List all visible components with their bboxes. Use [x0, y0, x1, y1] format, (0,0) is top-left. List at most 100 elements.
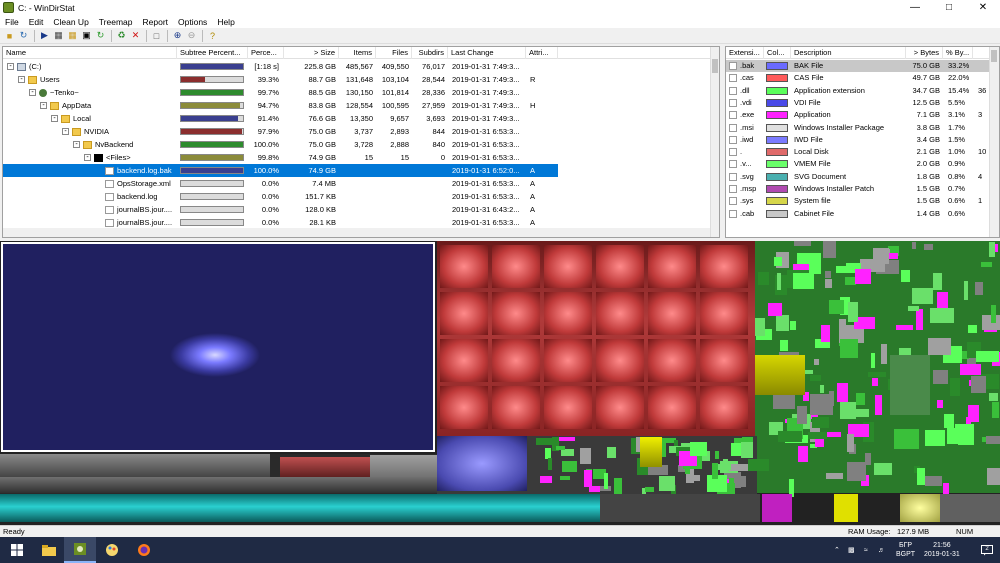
treemap-block-exe[interactable]	[762, 494, 792, 522]
treemap-block-cas-file[interactable]	[440, 386, 488, 429]
treemap-block-small[interactable]	[826, 473, 843, 479]
treemap-block-cas-file[interactable]	[544, 245, 592, 288]
treemap-block-small[interactable]	[933, 370, 948, 384]
zoom-in-icon[interactable]: ⊕	[171, 29, 184, 42]
treemap-block-small[interactable]	[685, 467, 690, 474]
treemap-block-small[interactable]	[825, 271, 831, 278]
treemap-block-small[interactable]	[975, 282, 983, 295]
treemap-block-small[interactable]	[981, 262, 992, 267]
treemap-block-small[interactable]	[971, 376, 986, 393]
menu-options[interactable]: Options	[173, 17, 212, 27]
expand-toggle[interactable]: -	[7, 63, 14, 70]
treemap-block-cas-file[interactable]	[544, 339, 592, 382]
treemap-block-small[interactable]	[540, 476, 552, 483]
treemap-block-sys[interactable]	[640, 437, 662, 467]
treemap-block-small[interactable]	[855, 269, 871, 284]
treemap-block-cas-file[interactable]	[700, 245, 748, 288]
treemap-block-small[interactable]	[881, 344, 887, 364]
treemap-block-small[interactable]	[718, 464, 731, 470]
treemap-block-small[interactable]	[562, 461, 577, 472]
treemap-block-small[interactable]	[810, 375, 821, 381]
extension-row[interactable]: .sys System file 1.5 GB 0.6% 1	[726, 195, 999, 207]
col-last-change[interactable]: Last Change	[448, 47, 526, 59]
treemap-block-small[interactable]	[812, 417, 829, 428]
treemap-block-small[interactable]	[901, 270, 910, 282]
treemap-block-cas-file[interactable]	[648, 245, 696, 288]
treemap-block-small[interactable]	[829, 300, 844, 314]
menu-treemap[interactable]: Treemap	[94, 17, 138, 27]
treemap-block-small[interactable]	[937, 400, 943, 408]
treemap-block-small[interactable]	[916, 309, 923, 330]
treemap-block-cas-file[interactable]	[440, 339, 488, 382]
treemap-block-small[interactable]	[924, 244, 933, 250]
treemap-block-small[interactable]	[836, 266, 855, 273]
treemap-block-small[interactable]	[797, 406, 807, 424]
zoom-out-icon[interactable]: ⊖	[185, 29, 198, 42]
treemap-block-small[interactable]	[690, 442, 707, 456]
treemap-block-small[interactable]	[755, 318, 765, 336]
tray-chevron-icon[interactable]: ⌃	[834, 537, 840, 563]
treemap-block-cas-file[interactable]	[648, 386, 696, 429]
treemap-block-cas-file[interactable]	[440, 245, 488, 288]
treemap-block-small[interactable]	[960, 364, 981, 375]
tree-row[interactable]: backend.log.bak 100.0% 74.9 GB 2019-01-31 6…	[3, 164, 558, 177]
treemap-block-sys[interactable]	[834, 494, 858, 522]
menu-report[interactable]: Report	[138, 17, 174, 27]
treemap-block-small[interactable]	[847, 434, 854, 452]
menu-help[interactable]: Help	[212, 17, 239, 27]
treemap-block-small[interactable]	[912, 242, 916, 249]
tree-row[interactable]: - ~Tenko~ 99.7% 88.5 GB 130,150 101,814 28,336…	[3, 86, 558, 99]
extension-row[interactable]: . Local Disk 2.1 GB 1.0% 10	[726, 146, 999, 158]
notification-center-icon[interactable]: 2	[974, 537, 996, 563]
treemap-block-small[interactable]	[829, 391, 834, 406]
treemap-block-small[interactable]	[790, 321, 796, 330]
treemap-block-small[interactable]	[604, 473, 608, 489]
treemap-block-sys[interactable]	[755, 355, 805, 395]
extension-row[interactable]: .iwd IWD File 3.4 GB 1.5%	[726, 134, 999, 146]
treemap-block-small[interactable]	[748, 459, 769, 471]
treemap-block-small[interactable]	[840, 339, 858, 358]
treemap-block-cas-file[interactable]	[492, 245, 540, 288]
treemap-block-small[interactable]	[937, 292, 948, 308]
extension-row[interactable]: .cas CAS File 49.7 GB 22.0%	[726, 72, 999, 84]
tree-row[interactable]: - NVIDIA 97.9% 75.0 GB 3,737 2,893 844 2019-01-…	[3, 125, 558, 138]
command-prompt-icon[interactable]: ▣	[80, 29, 93, 42]
treemap-block-small[interactable]	[871, 353, 875, 368]
expand-toggle[interactable]: -	[73, 141, 80, 148]
treemap-block-small[interactable]	[778, 431, 802, 442]
explorer-icon[interactable]: ▦	[66, 29, 79, 42]
treemap-block-cas-file[interactable]	[544, 386, 592, 429]
treemap-block-small[interactable]	[896, 325, 913, 330]
minimize-button[interactable]: —	[898, 0, 932, 15]
treemap-block-small[interactable]	[847, 462, 866, 481]
treemap-block-small[interactable]	[874, 463, 892, 475]
treemap-block-small[interactable]	[659, 476, 675, 491]
treemap-region-misc2[interactable]	[600, 494, 760, 522]
menu-edit[interactable]: Edit	[24, 17, 49, 27]
extension-row[interactable]: .exe Application 7.1 GB 3.1% 3	[726, 109, 999, 121]
extension-row[interactable]: .v... VMEM File 2.0 GB 0.9%	[726, 158, 999, 170]
treemap-block-small[interactable]	[873, 248, 889, 264]
ext-vertical-scrollbar[interactable]	[989, 47, 999, 237]
col-bytes[interactable]: > Bytes	[906, 47, 943, 59]
treemap-block-small[interactable]	[729, 464, 748, 471]
extension-row[interactable]: .dll Application extension 34.7 GB 15.4% 36	[726, 85, 999, 97]
treemap-block-cas-file[interactable]	[492, 339, 540, 382]
col-color[interactable]: Col...	[764, 47, 791, 59]
treemap-block-small[interactable]	[548, 458, 552, 470]
treemap-block-small[interactable]	[944, 414, 954, 428]
col-attributes[interactable]: Attri...	[526, 47, 558, 59]
treemap-block-small[interactable]	[741, 442, 753, 458]
treemap-block-small[interactable]	[780, 340, 788, 351]
windirstat-taskbar-icon[interactable]	[64, 537, 96, 563]
tree-row[interactable]: - <Files> 99.8% 74.9 GB 15 15 0 2019-01-31 6:53…	[3, 151, 558, 164]
treemap-block-small[interactable]	[912, 288, 933, 304]
menu-clean-up[interactable]: Clean Up	[48, 17, 93, 27]
treemap-block-small[interactable]	[735, 476, 746, 487]
treemap-view[interactable]	[0, 241, 1000, 525]
tree-row[interactable]: - AppData 94.7% 83.8 GB 128,554 100,595 27,959…	[3, 99, 558, 112]
extension-row[interactable]: .msp Windows Installer Patch 1.5 GB 0.7%	[726, 183, 999, 195]
treemap-block-small[interactable]	[645, 487, 654, 492]
treemap-block-small[interactable]	[868, 372, 886, 377]
extension-row[interactable]: .svg SVG Document 1.8 GB 0.8% 4	[726, 171, 999, 183]
